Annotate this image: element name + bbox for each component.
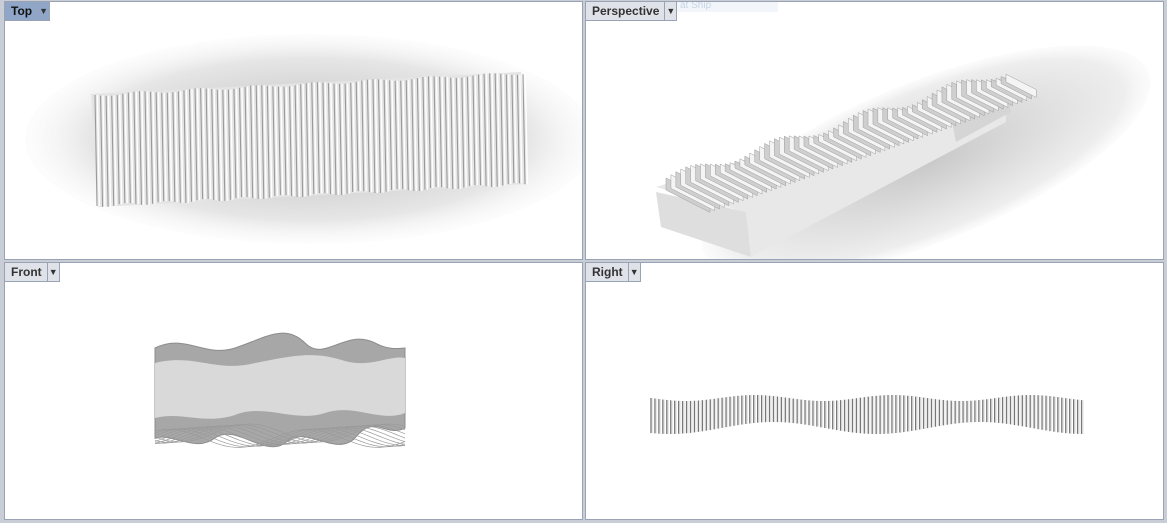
viewport-tab-front[interactable]: Front ▼ (5, 263, 60, 282)
viewport-label-perspective[interactable]: Perspective (586, 2, 665, 20)
viewport-label-right[interactable]: Right (586, 263, 628, 281)
top-view-render (25, 34, 582, 244)
viewport-right[interactable]: Right ▼ (585, 262, 1164, 520)
viewport-front[interactable]: Front ▼ (4, 262, 583, 520)
dropdown-arrow-icon[interactable]: ▼ (664, 2, 677, 20)
viewport-perspective[interactable]: at Ship Perspective ▼ (585, 1, 1164, 260)
right-view-render (650, 395, 1084, 434)
dropdown-arrow-icon[interactable]: ▼ (627, 263, 640, 281)
perspective-view-render (656, 45, 1151, 259)
viewport-tab-right[interactable]: Right ▼ (586, 263, 641, 282)
front-view-render (154, 332, 406, 448)
dropdown-arrow-icon[interactable]: ▼ (37, 2, 50, 20)
viewport-tab-top[interactable]: Top ▼ (5, 2, 51, 21)
viewport-tab-perspective[interactable]: Perspective ▼ (586, 2, 678, 21)
viewport-label-top[interactable]: Top (5, 2, 38, 20)
front-silhouette-inner (155, 355, 405, 419)
viewport-label-front[interactable]: Front (5, 263, 47, 281)
fins-right (650, 395, 1084, 434)
viewport-top[interactable]: Top ▼ (4, 1, 583, 260)
dropdown-arrow-icon[interactable]: ▼ (46, 263, 59, 281)
